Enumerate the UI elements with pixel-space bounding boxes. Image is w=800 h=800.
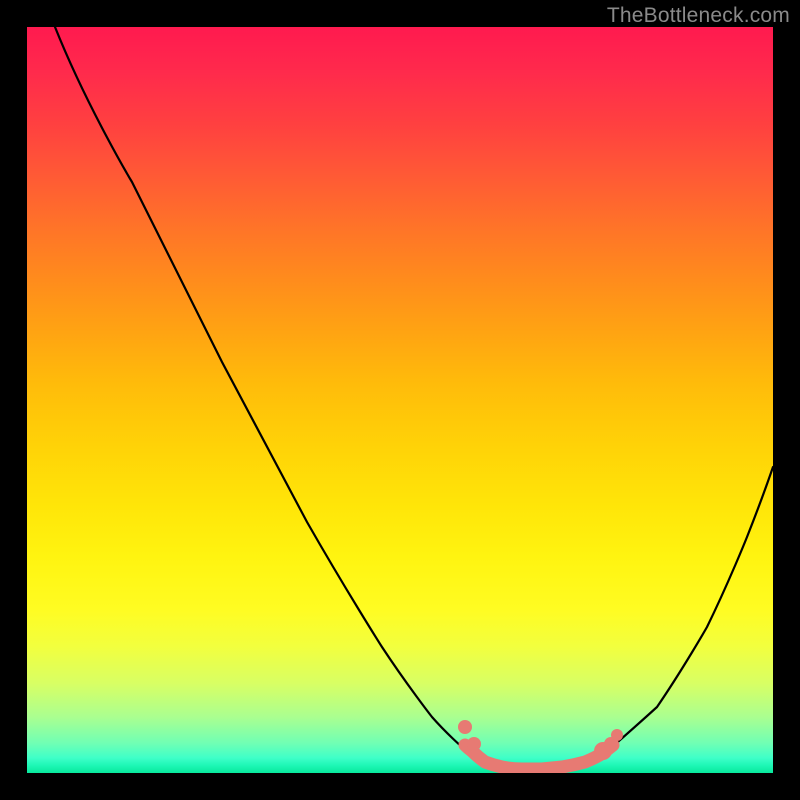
- highlight-dot: [458, 720, 472, 734]
- highlight-dot: [611, 729, 623, 741]
- bottleneck-curve: [55, 27, 773, 769]
- gradient-plot-area: [27, 27, 773, 773]
- plot-svg: [27, 27, 773, 773]
- highlight-dot: [467, 737, 481, 751]
- optimal-region-segment: [465, 745, 613, 769]
- watermark-text: TheBottleneck.com: [607, 4, 790, 28]
